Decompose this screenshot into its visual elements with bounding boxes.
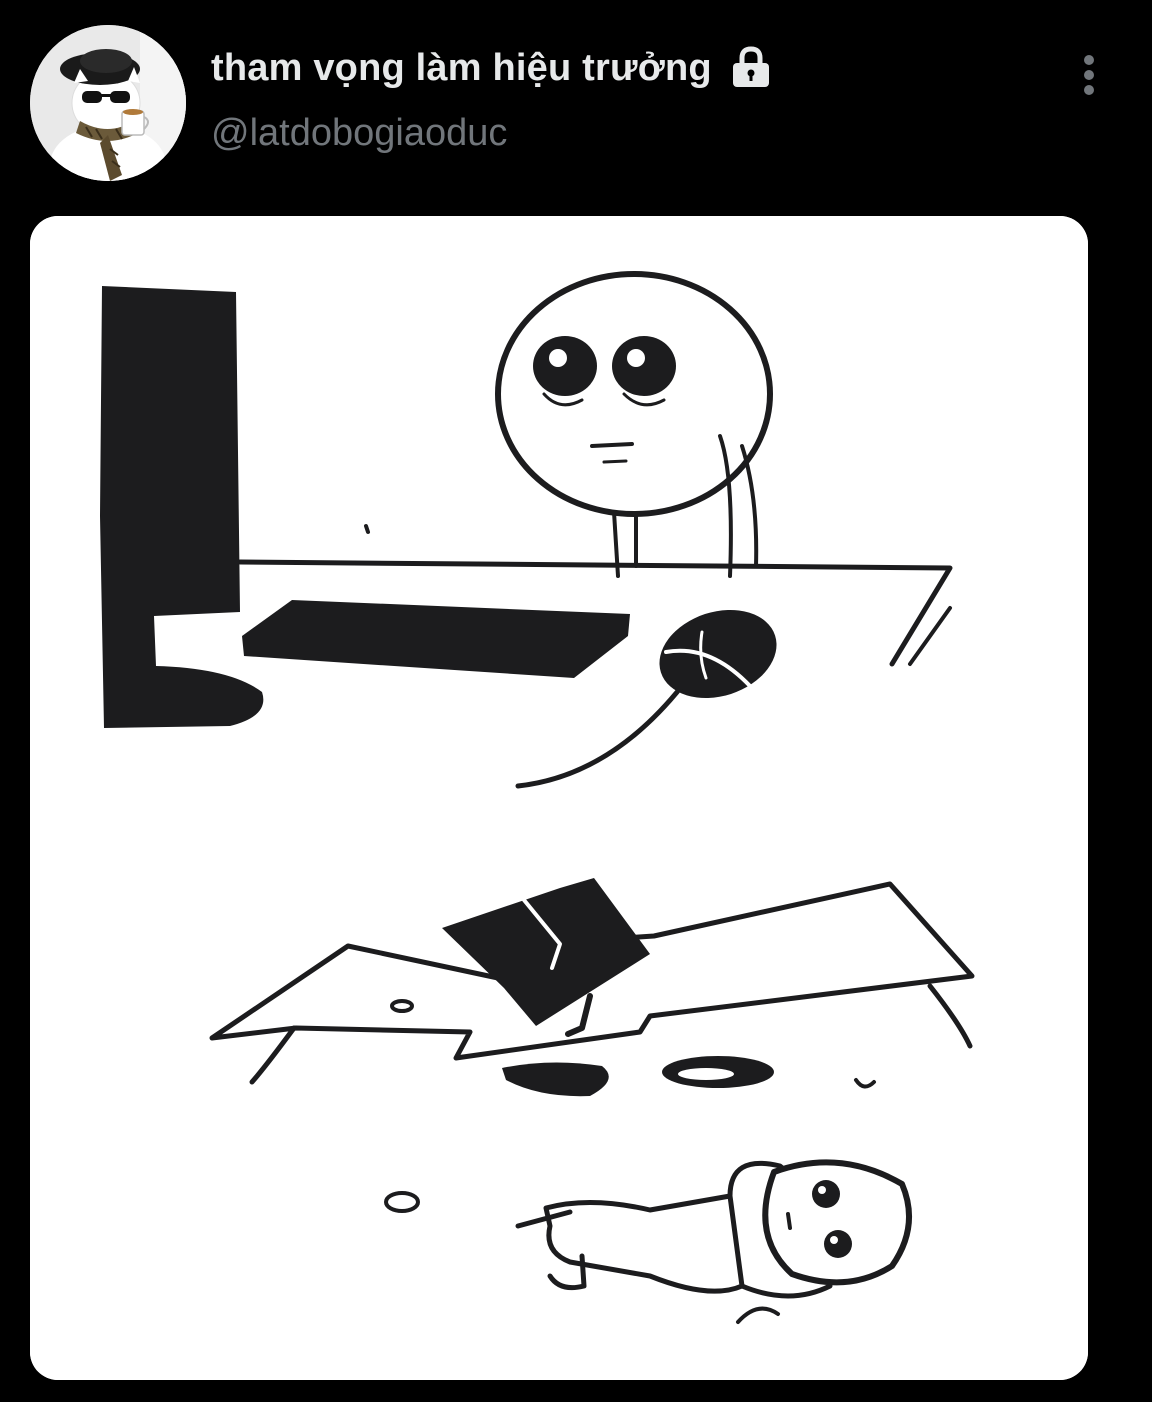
more-options-button[interactable]	[1070, 50, 1110, 100]
avatar-image	[30, 25, 186, 181]
user-handle[interactable]: @latdobogiaoduc	[211, 110, 507, 156]
display-name-row: tham vọng làm hiệu trưởng	[211, 40, 772, 96]
post-container: tham vọng làm hiệu trưởng @latdobogiaodu…	[0, 0, 1152, 1402]
stick-figure-comic	[30, 216, 1088, 1380]
post-media-image[interactable]	[30, 216, 1088, 1380]
display-name[interactable]: tham vọng làm hiệu trưởng	[211, 49, 712, 87]
more-options-icon	[1084, 55, 1094, 95]
lock-icon	[730, 46, 772, 90]
profile-avatar[interactable]	[30, 25, 186, 181]
